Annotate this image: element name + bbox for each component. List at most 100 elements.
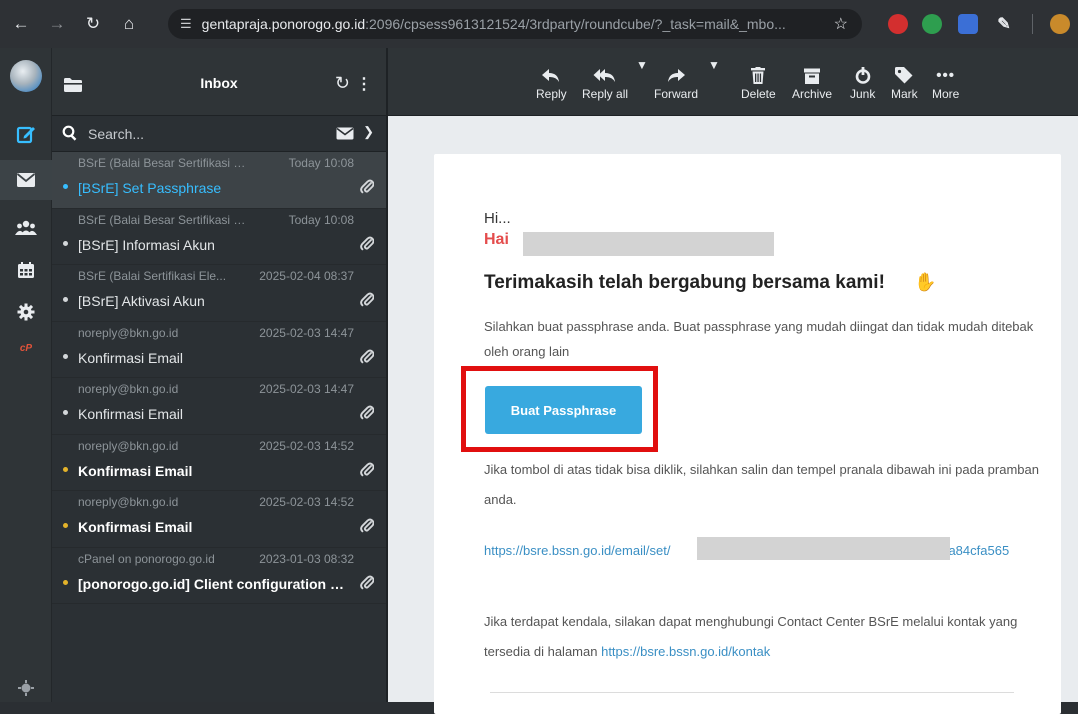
contacts-icon[interactable]: [0, 208, 52, 248]
extension-red-icon[interactable]: [888, 14, 908, 34]
extension-green-icon[interactable]: [922, 14, 942, 34]
message-subject: Konfirmasi Email: [78, 519, 193, 535]
search-scope-icon[interactable]: [336, 127, 354, 145]
more-label: More: [932, 87, 960, 101]
profile-avatar[interactable]: [1050, 14, 1070, 34]
reply-all-label: Reply all: [582, 87, 629, 101]
status-dot[interactable]: [63, 353, 68, 359]
message-row[interactable]: cPanel on ponorogo.go.id 2023-01-03 08:3…: [52, 548, 386, 604]
reply-button[interactable]: Reply: [536, 58, 567, 110]
message-subject: Konfirmasi Email: [78, 406, 184, 422]
status-dot[interactable]: [63, 240, 68, 246]
message-date: 2025-02-03 14:47: [259, 382, 354, 396]
delete-label: Delete: [741, 87, 776, 101]
attachment-icon: [360, 404, 375, 425]
roundcube-app: cP Inbox ↻ ⋮ ❯ BSrE (Balai Besar: [0, 48, 1078, 714]
message-row[interactable]: noreply@bkn.go.id 2025-02-03 14:47 Konfi…: [52, 322, 386, 378]
mark-button[interactable]: Mark: [891, 58, 918, 110]
message-from: noreply@bkn.go.id: [78, 495, 179, 509]
settings-icon[interactable]: [0, 292, 52, 332]
email-body: Hi... Hai Terimakasih telah bergabung be…: [434, 154, 1061, 714]
buat-passphrase-button[interactable]: Buat Passphrase: [485, 386, 642, 434]
forward-icon[interactable]: →: [42, 9, 72, 39]
tag-icon: [895, 58, 913, 84]
star-icon[interactable]: ☆: [834, 14, 848, 34]
search-icon[interactable]: [62, 125, 78, 146]
message-from: noreply@bkn.go.id: [78, 438, 179, 453]
waving-hand-icon: ✋: [914, 272, 937, 292]
message-row[interactable]: BSrE (Balai Sertifikasi Ele... 2025-02-0…: [52, 265, 386, 322]
message-from: BSrE (Balai Besar Sertifikasi El...: [78, 156, 248, 170]
email-paragraph: Silahkan buat passphrase anda. Buat pass…: [484, 319, 1034, 359]
url-path: :2096/cpsess9613121524/3rdparty/roundcub…: [365, 16, 786, 32]
attachment-icon: [360, 517, 375, 538]
search-bar: ❯: [52, 116, 386, 152]
list-options-icon[interactable]: ⋮: [356, 74, 372, 94]
message-subject: [BSrE] Set Passphrase: [78, 180, 222, 196]
forward-label: Forward: [654, 87, 699, 101]
compose-icon[interactable]: [0, 114, 52, 154]
mail-icon[interactable]: [0, 160, 52, 200]
redacted-name: [523, 232, 774, 256]
reply-all-icon: [593, 58, 617, 84]
archive-label: Archive: [792, 87, 833, 101]
message-date: Today 10:08: [288, 156, 354, 170]
message-toolbar: Reply Reply all ▼ Forward ▼ Delete Archi…: [388, 48, 1078, 116]
attachment-icon: [360, 461, 375, 482]
search-input[interactable]: [88, 122, 318, 146]
status-dot[interactable]: [63, 523, 68, 528]
message-subject: [ponorogo.go.id] Client configuration s.…: [78, 575, 348, 592]
message-subject: Konfirmasi Email: [78, 349, 184, 366]
message-date: 2025-02-04 08:37: [259, 269, 354, 283]
link-start[interactable]: https://bsre.bssn.go.id/email/set/: [484, 543, 670, 558]
more-button[interactable]: ••• More: [932, 58, 959, 110]
message-row[interactable]: BSrE (Balai Besar Sertifikasi El... Toda…: [52, 209, 386, 265]
message-row[interactable]: noreply@bkn.go.id 2025-02-03 14:47 Konfi…: [52, 378, 386, 435]
status-dot[interactable]: [63, 410, 68, 415]
email-greeting: Hi...: [484, 210, 511, 227]
contact-link[interactable]: https://bsre.bssn.go.id/kontak: [601, 644, 770, 659]
message-date: 2025-02-03 14:52: [259, 438, 354, 453]
browser-toolbar: ← → ↻ ⌂ ☰ gentapraja.ponorogo.go.id :209…: [0, 0, 1078, 48]
status-dot[interactable]: [63, 466, 68, 472]
redacted-token: [697, 537, 950, 560]
cpanel-icon[interactable]: cP: [0, 328, 52, 368]
status-dot[interactable]: [63, 297, 68, 302]
status-dot[interactable]: [63, 579, 68, 585]
delete-button[interactable]: Delete: [741, 58, 776, 110]
forward-button[interactable]: Forward: [654, 58, 698, 110]
email-hai: Hai: [484, 231, 509, 248]
address-bar[interactable]: ☰ gentapraja.ponorogo.go.id :2096/cpsess…: [168, 9, 862, 39]
trash-icon: [751, 58, 766, 84]
reply-all-button[interactable]: Reply all: [582, 58, 628, 110]
message-subject: [BSrE] Aktivasi Akun: [78, 293, 205, 309]
reply-all-dropdown-icon[interactable]: ▼: [636, 58, 648, 110]
junk-icon: [855, 58, 871, 84]
home-icon[interactable]: ⌂: [114, 9, 144, 39]
reply-label: Reply: [536, 87, 567, 101]
archive-button[interactable]: Archive: [792, 58, 832, 110]
about-icon[interactable]: [0, 668, 52, 708]
message-row[interactable]: noreply@bkn.go.id 2025-02-03 14:52 Konfi…: [52, 435, 386, 491]
chevron-down-icon[interactable]: ❯: [363, 124, 374, 140]
reload-icon[interactable]: ↻: [78, 9, 108, 39]
email-paragraph: Jika tombol di atas tidak bisa diklik, s…: [484, 462, 1039, 507]
roundcube-logo[interactable]: [10, 60, 42, 92]
extensions-icon[interactable]: ✎: [994, 14, 1014, 34]
junk-button[interactable]: Junk: [850, 58, 875, 110]
message-date: 2023-01-03 08:32: [259, 551, 354, 566]
calendar-icon[interactable]: [0, 250, 52, 290]
back-icon[interactable]: ←: [6, 9, 36, 39]
message-subject: Konfirmasi Email: [78, 462, 193, 479]
message-row[interactable]: BSrE (Balai Besar Sertifikasi El... Toda…: [52, 152, 386, 209]
message-row[interactable]: noreply@bkn.go.id 2025-02-03 14:52 Konfi…: [52, 491, 386, 548]
site-info-icon[interactable]: ☰: [180, 16, 192, 32]
message-date: 2025-02-03 14:47: [259, 325, 354, 340]
email-heading: Terimakasih telah bergabung bersama kami…: [484, 272, 885, 293]
reading-pane: Hi... Hai Terimakasih telah bergabung be…: [388, 116, 1078, 714]
forward-dropdown-icon[interactable]: ▼: [708, 58, 720, 110]
status-dot[interactable]: [63, 184, 68, 189]
more-icon: •••: [936, 67, 956, 84]
extension-translate-icon[interactable]: [958, 14, 978, 34]
refresh-icon[interactable]: ↻: [335, 73, 350, 94]
